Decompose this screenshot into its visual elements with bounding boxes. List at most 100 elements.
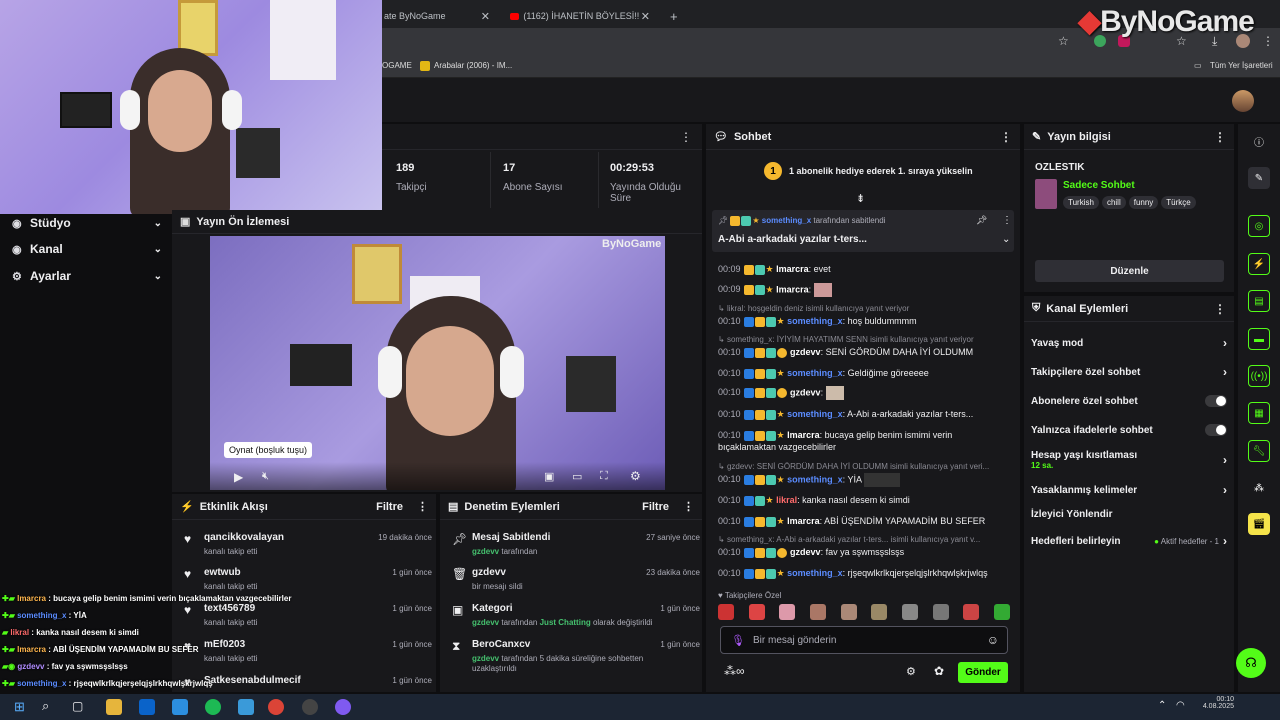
emote-icon[interactable] <box>963 604 980 620</box>
pip-icon[interactable]: ▣ <box>544 470 554 483</box>
more-options-icon[interactable]: ⋮ <box>680 130 692 144</box>
points-icon[interactable]: ⁂ <box>1248 477 1270 499</box>
chevron-down-icon[interactable]: ⌄ <box>1002 234 1010 245</box>
more-options-icon[interactable]: ⋮ <box>1214 130 1226 144</box>
app-icon[interactable] <box>335 699 351 715</box>
chat-message[interactable]: 00:10 ★ lmarcra: bucaya gelip benim ismim… <box>718 429 1010 455</box>
more-options-icon[interactable]: ⋮ <box>1002 215 1012 226</box>
microphone-icon[interactable]: 🎙︎ <box>731 634 745 647</box>
bookmark-item[interactable]: Arabalar (2006) - IM... <box>434 61 512 70</box>
outlook-icon[interactable] <box>139 699 155 715</box>
clapper-icon[interactable]: 🎬︎ <box>1248 513 1270 535</box>
action-slow-mode[interactable]: Yavaş mod › <box>1031 336 1227 350</box>
settings-icon[interactable]: ⚙ <box>630 469 641 483</box>
emote-icon[interactable] <box>993 604 1010 620</box>
chat-message[interactable]: 00:09 ★ lmarcra: <box>718 283 1010 299</box>
unpin-icon[interactable]: 📌︎ <box>976 215 987 226</box>
gift-banner[interactable]: 1 abonelik hediye ederek 1. sıraya yükse… <box>789 166 973 176</box>
chat-icon[interactable]: ▬ <box>1248 328 1270 350</box>
close-tab-icon[interactable]: ✕ <box>481 10 490 23</box>
filter-button[interactable]: Filtre <box>376 501 403 513</box>
more-options-icon[interactable]: ⋮ <box>1214 302 1226 316</box>
emoji-icon[interactable]: ☺ <box>987 633 999 647</box>
close-tab-icon[interactable]: ✕ <box>641 10 650 23</box>
more-options-icon[interactable]: ⋮ <box>1000 130 1012 144</box>
filter-button[interactable]: Filtre <box>642 501 669 513</box>
info-icon[interactable]: ⓘ <box>1248 130 1270 152</box>
chat-message[interactable]: 00:10 gzdevv: fav ya sşwmsşslsşs <box>718 546 1010 558</box>
emote-icon[interactable] <box>748 604 765 620</box>
points-icon[interactable]: ⁂∞ <box>724 664 745 678</box>
emote-icon[interactable] <box>871 604 888 620</box>
theater-icon[interactable]: ▭ <box>572 470 582 483</box>
edit-button[interactable]: Düzenle <box>1035 260 1224 282</box>
sidebar-item-settings[interactable]: ⚙ Ayarlar ⌄ <box>12 269 162 283</box>
play-icon[interactable]: ▶ <box>234 470 243 484</box>
action-raid[interactable]: İzleyici Yönlendir <box>1031 509 1227 520</box>
all-bookmarks[interactable]: Tüm Yer İşaretleri <box>1210 61 1273 70</box>
chat-message[interactable]: 00:10 gzdevv: SENİ GÖRDÜM DAHA İYİ OLDUM… <box>718 346 1010 358</box>
chat-message[interactable]: 00:10 ★ something_x: rjşeqwlkrlkqjerşelqj… <box>718 567 1010 579</box>
windows-start-icon[interactable]: ⊞ <box>14 699 25 715</box>
send-button[interactable]: Gönder <box>958 662 1008 683</box>
emote-icon[interactable] <box>932 604 949 620</box>
emote-icon[interactable] <box>809 604 826 620</box>
chat-message[interactable]: 00:10 ★ something_x: A-Abi a-arkadaki yaz… <box>718 408 1010 420</box>
category-link[interactable]: Sadece Sohbet <box>1063 180 1135 191</box>
spotify-icon[interactable] <box>205 699 221 715</box>
emote-icon[interactable] <box>901 604 918 620</box>
new-tab-button[interactable]: + <box>662 4 682 28</box>
chat-message[interactable]: 00:10 ★ lmarcra: ABİ ÜŞENDİM YAPAMADİM BU… <box>718 515 1010 527</box>
emotes-only-toggle[interactable] <box>1205 424 1227 436</box>
more-options-icon[interactable]: ⋮ <box>417 500 428 513</box>
wifi-icon[interactable]: ◠ <box>1176 700 1185 711</box>
subscribers-only-toggle[interactable] <box>1205 395 1227 407</box>
mute-icon[interactable]: 🔇︎ <box>262 470 269 483</box>
browser-tab[interactable]: (1162) İHANETİN BÖYLESİ!! || S... ✕ <box>502 4 658 28</box>
chat-message[interactable]: 00:10 ★ something_x: Geldiğime göreeeee <box>718 367 1010 379</box>
layout-icon[interactable]: ▦ <box>1248 402 1270 424</box>
chat-input[interactable]: 🎙︎ Bir mesaj gönderin ☺ <box>720 626 1008 654</box>
sidebar-item-channel[interactable]: ◉ Kanal ⌄ <box>12 242 162 256</box>
scroll-down-icon[interactable]: ⇟ <box>856 192 865 205</box>
action-goals[interactable]: Hedefleri belirleyin ● Aktif hedefler - … <box>1031 534 1227 548</box>
camera-icon[interactable]: ◎ <box>1248 215 1270 237</box>
browser-tab[interactable]: ate ByNoGame ✕ <box>376 4 498 28</box>
stream-preview-video[interactable]: ByNoGame Oynat (boşluk tuşu) ▶ 🔇︎ ▣ ▭ ⛶ … <box>210 236 665 490</box>
obs-icon[interactable] <box>302 699 318 715</box>
chat-message[interactable]: 00:10 ★ something_x: YİA <box>718 473 1010 489</box>
user-avatar[interactable] <box>1232 90 1254 112</box>
fullscreen-icon[interactable]: ⛶ <box>600 470 608 483</box>
menu-icon[interactable]: ⋮ <box>1262 34 1274 48</box>
emote-icon[interactable] <box>718 604 734 620</box>
action-banned-words[interactable]: Yasaklanmış kelimeler › <box>1031 483 1227 497</box>
pinned-message[interactable]: 📌︎ ★ something_x tarafından sabitlendi 📌… <box>712 210 1014 252</box>
bolt-icon[interactable]: ⚡ <box>1248 253 1270 275</box>
chat-message[interactable]: 00:10 ★ something_x: hoş buldummmm <box>718 315 1010 327</box>
chat-message[interactable]: 00:09 ★ lmarcra: evet <box>718 263 1010 275</box>
emote-icon[interactable] <box>779 604 796 620</box>
chrome-icon[interactable] <box>268 699 284 715</box>
sidebar-item-studio[interactable]: ◉ Stüdyo ⌄ <box>12 216 162 230</box>
action-account-age[interactable]: Hesap yaşı kısıtlaması 12 sa. › <box>1031 449 1227 471</box>
chat-message[interactable]: 00:10 ★ likral: kanka nasıl desem ki simd… <box>718 494 1010 506</box>
more-options-icon[interactable]: ⋮ <box>683 500 694 513</box>
document-icon[interactable]: ▤ <box>1248 290 1270 312</box>
broadcast-icon[interactable]: ((•)) <box>1248 365 1270 387</box>
store-icon[interactable] <box>172 699 188 715</box>
action-followers-only[interactable]: Takipçilere özel sohbet › <box>1031 365 1227 379</box>
bookmark-item[interactable]: OGAME <box>382 61 412 70</box>
explorer-icon[interactable] <box>106 699 122 715</box>
edit-icon[interactable]: ✎ <box>1248 167 1270 189</box>
emote-icon[interactable] <box>840 604 857 620</box>
settings-icon[interactable]: ⚙ <box>906 665 916 678</box>
taskbar-clock[interactable]: 00:10 4.08.2025 <box>1200 696 1234 710</box>
tray-arrow-icon[interactable]: ⌃ <box>1158 700 1166 711</box>
gift-icon[interactable]: ✿ <box>934 664 944 678</box>
bookmark-star-icon[interactable]: ☆ <box>1058 34 1069 48</box>
task-view-icon[interactable]: ▢ <box>72 699 83 713</box>
support-headset-icon[interactable]: ☊ <box>1236 648 1266 678</box>
wrench-icon[interactable]: 🔧︎ <box>1248 440 1270 462</box>
search-icon[interactable]: ⌕ <box>42 698 49 714</box>
app-icon[interactable] <box>238 699 254 715</box>
